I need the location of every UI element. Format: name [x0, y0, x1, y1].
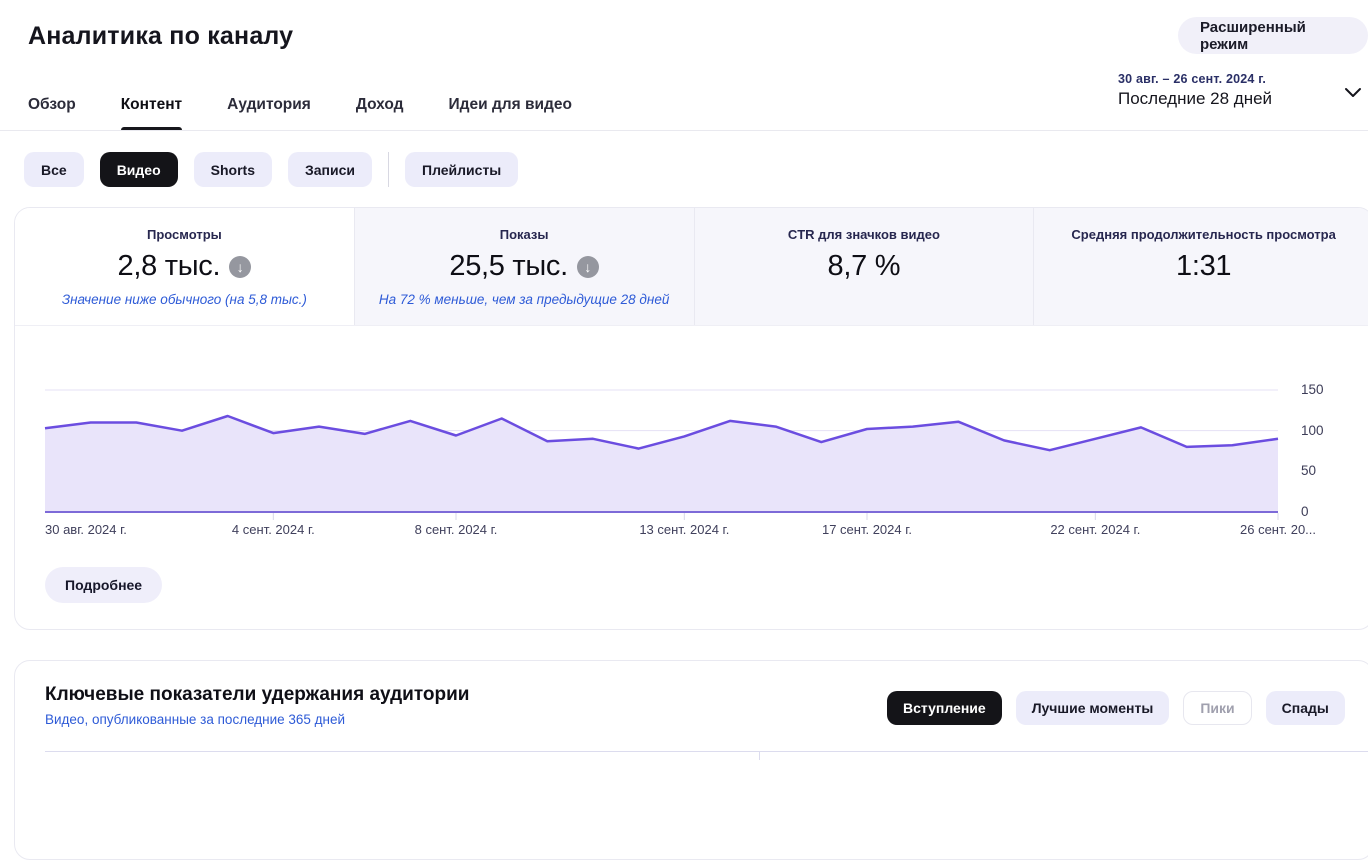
tab-доход[interactable]: Доход: [356, 93, 404, 130]
metric-value-row: 8,7 %: [828, 250, 901, 283]
filter-chip-плейлисты[interactable]: Плейлисты: [405, 152, 518, 187]
retention-panel: Ключевые показатели удержания аудитории …: [14, 660, 1368, 860]
views-line-chart[interactable]: [15, 368, 1368, 534]
metric-card[interactable]: Просмотры 2,8 тыс. ↓ Значение ниже обычного…: [15, 208, 354, 325]
chip-divider: [388, 152, 389, 187]
retention-button-пики: Пики: [1183, 691, 1251, 725]
metric-label: CTR для значков видео: [788, 227, 940, 242]
retention-button-лучшие-моменты[interactable]: Лучшие моменты: [1016, 691, 1170, 725]
metric-card[interactable]: CTR для значков видео 8,7 %: [694, 208, 1034, 325]
tab-идеи-для-видео[interactable]: Идеи для видео: [449, 93, 572, 130]
table-divider: [45, 751, 1368, 752]
metric-card-row: Просмотры 2,8 тыс. ↓ Значение ниже обычного…: [15, 208, 1368, 326]
retention-title: Ключевые показатели удержания аудитории: [45, 684, 469, 706]
metric-value: 8,7 %: [828, 250, 901, 283]
metrics-panel: Просмотры 2,8 тыс. ↓ Значение ниже обычного…: [14, 207, 1368, 630]
details-button[interactable]: Подробнее: [45, 567, 162, 603]
filter-chip-записи[interactable]: Записи: [288, 152, 372, 187]
y-axis-label: 100: [1301, 423, 1341, 438]
tab-контент[interactable]: Контент: [121, 93, 182, 130]
tab-аудитория[interactable]: Аудитория: [227, 93, 311, 130]
metric-card[interactable]: Средняя продолжительность просмотра 1:31: [1033, 208, 1368, 325]
content-filter-bar: Все Видео Shorts Записи Плейлисты: [24, 152, 518, 187]
table-divider-tick: [759, 751, 760, 760]
retention-segment-bar: Вступление Лучшие моменты Пики Спады: [887, 691, 1345, 725]
metric-value: 1:31: [1176, 250, 1231, 283]
metric-annotation: Значение ниже обычного (на 5,8 тыс.): [62, 292, 307, 307]
x-axis-label: 4 сент. 2024 г.: [232, 522, 315, 537]
x-axis-label: 30 авг. 2024 г.: [45, 522, 127, 537]
tab-обзор[interactable]: Обзор: [28, 93, 76, 130]
filter-chip-shorts[interactable]: Shorts: [194, 152, 272, 187]
metric-value-row: 2,8 тыс. ↓: [118, 250, 252, 283]
metric-value: 2,8 тыс.: [118, 250, 221, 283]
metric-label: Показы: [500, 227, 549, 242]
analytics-tab-bar: Обзор Контент Аудитория Доход Идеи для видео: [0, 93, 1368, 131]
retention-subtitle: Видео, опубликованные за последние 365 д…: [45, 712, 345, 727]
metric-card[interactable]: Показы 25,5 тыс. ↓ На 72 % меньше, чем за п…: [354, 208, 694, 325]
x-axis-label: 26 сент. 20...: [1240, 522, 1316, 537]
metric-annotation: На 72 % меньше, чем за предыдущие 28 дне…: [379, 292, 669, 307]
metric-value: 25,5 тыс.: [449, 250, 567, 283]
filter-chip-видео[interactable]: Видео: [100, 152, 178, 187]
down-arrow-circle-icon: ↓: [229, 256, 251, 278]
retention-button-спады[interactable]: Спады: [1266, 691, 1345, 725]
metric-label: Средняя продолжительность просмотра: [1071, 227, 1335, 242]
x-axis-label: 22 сент. 2024 г.: [1050, 522, 1140, 537]
down-arrow-circle-icon: ↓: [577, 256, 599, 278]
metric-label: Просмотры: [147, 227, 222, 242]
advanced-mode-button[interactable]: Расширенный режим: [1178, 17, 1368, 54]
metric-value-row: 1:31: [1176, 250, 1231, 283]
x-axis-label: 17 сент. 2024 г.: [822, 522, 912, 537]
y-axis-label: 50: [1301, 463, 1341, 478]
x-axis-label: 13 сент. 2024 г.: [639, 522, 729, 537]
y-axis-label: 0: [1301, 504, 1341, 519]
page-title: Аналитика по каналу: [28, 22, 293, 51]
retention-button-вступление[interactable]: Вступление: [887, 691, 1002, 725]
filter-chip-все[interactable]: Все: [24, 152, 84, 187]
metric-value-row: 25,5 тыс. ↓: [449, 250, 598, 283]
date-range-text: 30 авг. – 26 сент. 2024 г.: [1118, 72, 1344, 86]
y-axis-label: 150: [1301, 382, 1341, 397]
x-axis-label: 8 сент. 2024 г.: [415, 522, 498, 537]
